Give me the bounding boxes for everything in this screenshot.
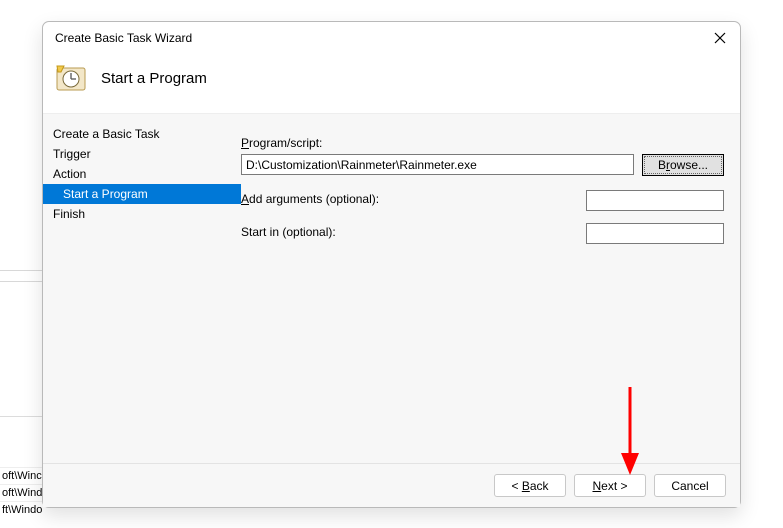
step-trigger[interactable]: Trigger	[43, 144, 241, 164]
page-title: Start a Program	[101, 70, 207, 87]
wizard-sidebar: Create a Basic Task Trigger Action Start…	[43, 114, 241, 463]
bg-row: oft\Winc	[0, 467, 42, 484]
background-panel	[0, 58, 42, 416]
wizard-footer: < Back Next > Cancel	[43, 463, 740, 507]
start-in-label: Start in (optional):	[241, 225, 336, 239]
close-icon	[714, 32, 726, 44]
background-divider	[0, 270, 42, 282]
add-arguments-label: Add arguments (optional):	[241, 192, 379, 206]
bg-row: ft\Windows\Fi	[0, 501, 42, 518]
step-start-a-program[interactable]: Start a Program	[43, 184, 241, 204]
clock-wizard-icon	[55, 62, 87, 94]
background-list-fragment: oft\Winc oft\Windows\U... ft\Windows\Fi	[0, 416, 42, 528]
step-action[interactable]: Action	[43, 164, 241, 184]
browse-button[interactable]: Browse...	[642, 154, 724, 176]
step-finish[interactable]: Finish	[43, 204, 241, 224]
back-button[interactable]: < Back	[494, 474, 566, 497]
wizard-dialog: Create Basic Task Wizard Start a Program…	[42, 21, 741, 508]
close-button[interactable]	[710, 28, 730, 48]
dialog-title: Create Basic Task Wizard	[55, 31, 192, 45]
next-button[interactable]: Next >	[574, 474, 646, 497]
wizard-content: Program/script: Browse... Add arguments …	[241, 114, 740, 463]
bg-row: oft\Windows\U...	[0, 484, 42, 501]
start-in-input[interactable]	[586, 223, 724, 244]
titlebar: Create Basic Task Wizard	[43, 22, 740, 54]
wizard-header: Start a Program	[43, 54, 740, 113]
step-create-basic-task[interactable]: Create a Basic Task	[43, 124, 241, 144]
wizard-body: Create a Basic Task Trigger Action Start…	[43, 113, 740, 463]
cancel-button[interactable]: Cancel	[654, 474, 726, 497]
add-arguments-input[interactable]	[586, 190, 724, 211]
program-script-input[interactable]	[241, 154, 634, 175]
program-script-label: Program/script:	[241, 136, 724, 150]
